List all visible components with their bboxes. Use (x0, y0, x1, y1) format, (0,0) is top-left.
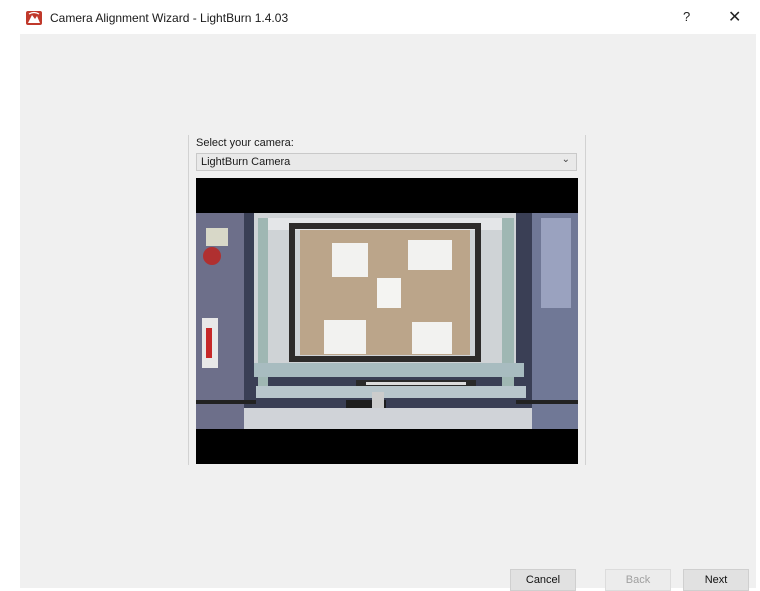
close-button[interactable]: ✕ (728, 7, 741, 27)
title-bar: Camera Alignment Wizard - LightBurn 1.4.… (0, 0, 760, 34)
window-title: Camera Alignment Wizard - LightBurn 1.4.… (50, 11, 289, 25)
select-camera-label: Select your camera: (196, 137, 294, 149)
help-button[interactable]: ? (683, 9, 690, 24)
lightburn-app-icon (26, 11, 42, 25)
camera-select[interactable]: LightBurn Camera ⌄ (196, 153, 577, 171)
chevron-down-icon: ⌄ (561, 154, 570, 165)
wizard-content: Select your camera: LightBurn Camera ⌄ C… (20, 34, 756, 591)
camera-feed-image (196, 178, 578, 464)
camera-select-value: LightBurn Camera (201, 156, 291, 168)
camera-preview (196, 178, 578, 464)
